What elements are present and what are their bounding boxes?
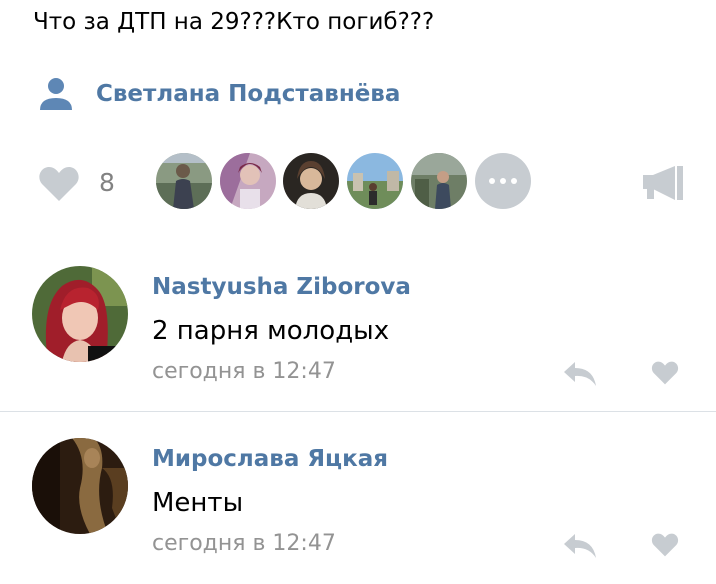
user-icon [40, 78, 72, 110]
liker-avatar[interactable] [156, 153, 212, 209]
comment-author[interactable]: Мирослава Яцкая [152, 446, 388, 472]
comment-time: сегодня в 12:47 [152, 531, 336, 556]
megaphone-icon[interactable] [643, 165, 683, 201]
more-likers-button[interactable] [475, 153, 531, 209]
comment-time: сегодня в 12:47 [152, 359, 336, 384]
reply-icon[interactable] [563, 533, 597, 559]
post-author[interactable]: Светлана Подставнёва [38, 76, 400, 112]
comment-text: Менты [152, 488, 244, 518]
heart-icon[interactable] [651, 533, 679, 557]
ellipsis-icon [489, 178, 495, 184]
reply-icon[interactable] [563, 361, 597, 387]
like-count: 8 [99, 168, 115, 197]
likes-row: 8 [38, 153, 688, 213]
liker-avatar[interactable] [283, 153, 339, 209]
post-text: Что за ДТП на 29???Кто погиб??? [33, 9, 435, 35]
post-author-name[interactable]: Светлана Подставнёва [96, 81, 400, 107]
comment-avatar[interactable] [32, 438, 128, 534]
comment-item: Мирослава Яцкая Менты сегодня в 12:47 [0, 438, 716, 578]
liker-avatar[interactable] [347, 153, 403, 209]
comment-text: 2 парня молодых [152, 316, 390, 346]
liker-avatar[interactable] [220, 153, 276, 209]
comment-author[interactable]: Nastyusha Ziborova [152, 274, 411, 300]
comment-divider [0, 411, 716, 412]
liker-avatar[interactable] [411, 153, 467, 209]
comment-item: Nastyusha Ziborova 2 парня молодых сегод… [0, 266, 716, 406]
comment-avatar[interactable] [32, 266, 128, 362]
heart-icon[interactable] [38, 166, 80, 202]
heart-icon[interactable] [651, 361, 679, 385]
